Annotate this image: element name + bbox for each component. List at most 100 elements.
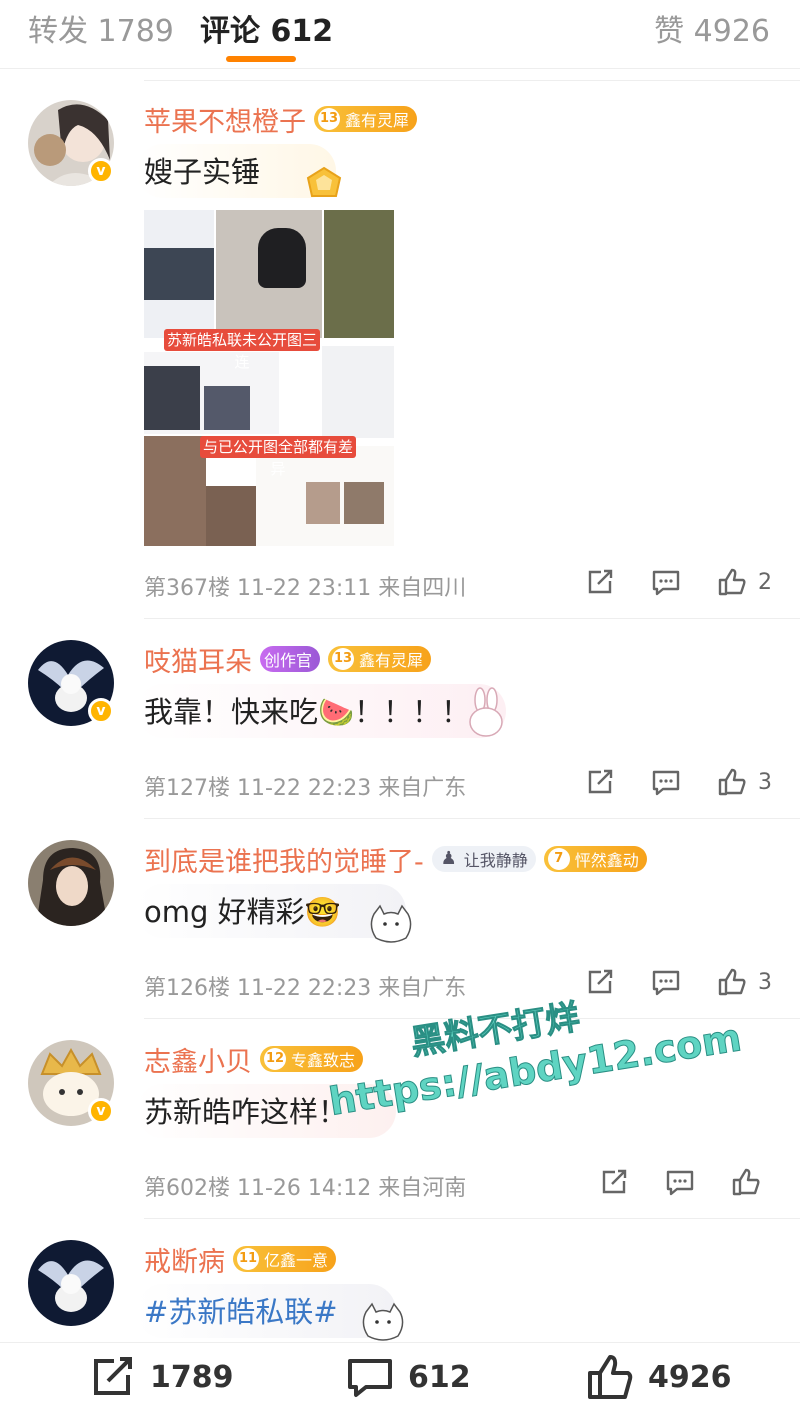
reply-button[interactable] xyxy=(650,966,682,998)
divider xyxy=(144,1018,800,1019)
like-count: 2 xyxy=(758,569,772,595)
cat-sticker-icon xyxy=(366,902,416,950)
like-count: 3 xyxy=(758,769,772,795)
verified-badge-icon: v xyxy=(88,1098,114,1124)
avatar[interactable] xyxy=(28,1240,114,1326)
repost-icon xyxy=(94,1357,132,1395)
bottom-action-bar: 1789 612 4926 xyxy=(0,1342,800,1399)
badge-label: 鑫有灵犀 xyxy=(359,651,424,670)
meditation-icon: ♟ xyxy=(440,848,457,869)
divider xyxy=(144,818,800,819)
comment-meta: 第367楼 11-22 23:11 来自四川 xyxy=(144,576,467,601)
tab-bar: 转发 1789 评论 612 赞 4926 xyxy=(0,0,800,69)
bunny-sticker-icon xyxy=(458,686,514,746)
username[interactable]: 到底是谁把我的觉睡了- xyxy=(144,840,424,879)
comment-text: 苏新皓咋这样！ xyxy=(144,1095,348,1129)
status-badge[interactable]: ♟ 让我静静 xyxy=(431,846,536,872)
verified-badge-icon: v xyxy=(88,698,114,724)
divider xyxy=(144,618,800,619)
image-photo xyxy=(144,436,206,546)
comment-text: omg 好精彩🤓 xyxy=(144,895,341,929)
image-photo xyxy=(144,366,200,430)
comment-icon xyxy=(652,970,680,996)
image-caption: 与已公开图全部都有差异 xyxy=(200,436,356,478)
comment-text: #苏新皓私联# xyxy=(144,1288,338,1332)
comment-meta: 第127楼 11-22 22:23 来自广东 xyxy=(144,776,467,801)
username[interactable]: 苹果不想橙子 xyxy=(144,100,306,139)
like-button[interactable]: 4926 xyxy=(584,1351,732,1403)
username[interactable]: 吱猫耳朵 xyxy=(144,640,252,679)
fan-badge[interactable]: 13 鑫有灵犀 xyxy=(328,646,432,672)
tab-likes[interactable]: 赞 4926 xyxy=(654,6,770,50)
comment-icon xyxy=(652,570,680,596)
comment-count: 612 xyxy=(408,1359,471,1395)
reply-button[interactable] xyxy=(650,766,682,798)
like-button[interactable]: 3 xyxy=(716,966,772,998)
comment-meta: 第602楼 11-26 14:12 来自河南 xyxy=(144,1176,467,1201)
comment-icon xyxy=(666,1170,694,1196)
comment-text: 嫂子实锤 xyxy=(144,155,261,189)
verified-badge-icon: v xyxy=(88,158,114,184)
image-photo xyxy=(324,210,394,338)
like-button[interactable]: 2 xyxy=(716,566,772,598)
fan-badge[interactable]: 7 怦然鑫动 xyxy=(543,846,647,872)
badge-level: 13 xyxy=(318,108,340,130)
reply-button[interactable] xyxy=(650,566,682,598)
comment-button[interactable]: 612 xyxy=(344,1351,471,1403)
image-photo xyxy=(206,486,256,546)
creator-badge[interactable]: 创作官 xyxy=(260,646,321,672)
badge-label: 鑫有灵犀 xyxy=(345,111,410,130)
share-button[interactable] xyxy=(584,766,616,798)
badge-level: 7 xyxy=(547,848,570,870)
fan-badge[interactable]: 11 亿鑫一意 xyxy=(233,1246,337,1272)
image-photo xyxy=(258,228,306,288)
reply-button[interactable] xyxy=(664,1166,696,1198)
badge-label: 专鑫致志 xyxy=(291,1051,356,1070)
badge-level: 13 xyxy=(332,648,355,670)
share-icon xyxy=(588,969,613,994)
badge-label: 亿鑫一意 xyxy=(264,1251,329,1270)
share-button[interactable] xyxy=(598,1166,630,1198)
username[interactable]: 志鑫小贝 xyxy=(144,1040,252,1079)
fan-badge[interactable]: 12 专鑫致志 xyxy=(260,1046,364,1072)
cat-sticker-icon xyxy=(358,1300,408,1348)
badge-level: 12 xyxy=(264,1048,286,1070)
thumbs-up-icon xyxy=(732,1168,760,1196)
comment-icon xyxy=(348,1359,392,1397)
badge-label: 创作官 xyxy=(264,651,313,670)
hashtag-link[interactable]: #苏新皓私联# xyxy=(144,1289,338,1331)
repost-button[interactable]: 1789 xyxy=(86,1351,234,1403)
repost-count: 1789 xyxy=(150,1359,234,1395)
like-button[interactable] xyxy=(730,1166,772,1198)
divider xyxy=(144,1218,800,1219)
like-count: 3 xyxy=(758,969,772,995)
thumbs-up-icon xyxy=(588,1355,633,1399)
image-photo xyxy=(204,386,250,430)
gold-medal-icon xyxy=(302,164,346,208)
image-screenshot xyxy=(322,346,394,438)
username[interactable]: 戒断病 xyxy=(144,1240,225,1279)
comment-icon xyxy=(652,770,680,796)
like-count: 4926 xyxy=(648,1359,732,1395)
avatar[interactable] xyxy=(28,840,114,926)
badge-level: 11 xyxy=(237,1248,259,1270)
comment-image[interactable] xyxy=(144,210,394,546)
image-photo xyxy=(344,482,384,524)
share-button[interactable] xyxy=(584,566,616,598)
image-photo xyxy=(306,482,340,524)
like-button[interactable]: 3 xyxy=(716,766,772,798)
badge-label: 怦然鑫动 xyxy=(574,851,639,870)
badge-label: 让我静静 xyxy=(463,851,528,870)
tab-comments[interactable]: 评论 612 xyxy=(200,6,333,50)
active-tab-indicator xyxy=(226,56,296,62)
share-icon xyxy=(602,1169,627,1194)
comment-text: 我靠！快来吃🍉！！！！ xyxy=(144,695,471,729)
thumbs-up-icon xyxy=(718,968,746,996)
divider xyxy=(144,80,800,81)
tab-repost[interactable]: 转发 1789 xyxy=(28,6,174,50)
fan-badge[interactable]: 13 鑫有灵犀 xyxy=(314,106,418,132)
thumbs-up-icon xyxy=(718,568,746,596)
comment-meta: 第126楼 11-22 22:23 来自广东 xyxy=(144,976,467,1001)
thumbs-up-icon xyxy=(718,768,746,796)
share-button[interactable] xyxy=(584,966,616,998)
